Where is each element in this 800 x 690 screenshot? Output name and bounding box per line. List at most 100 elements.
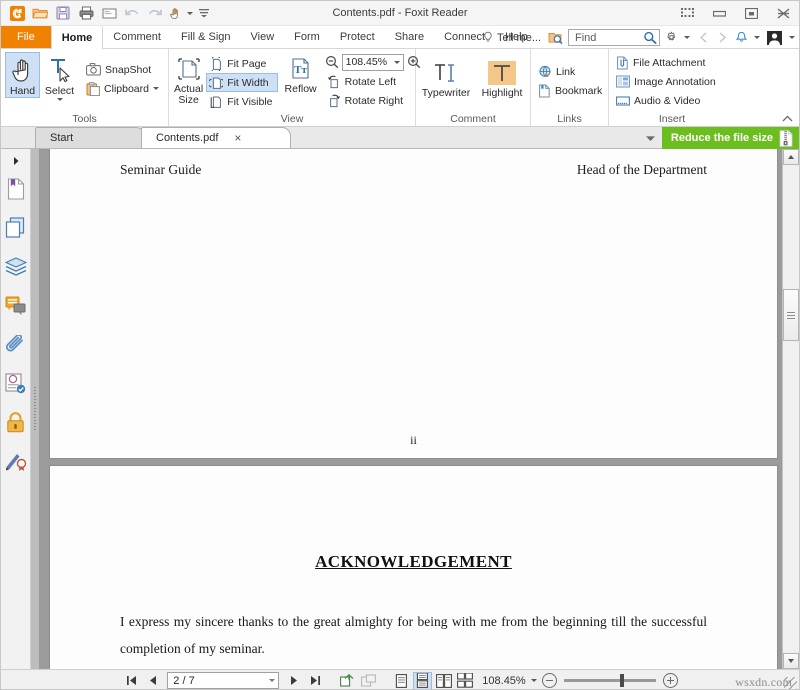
chevron-down-icon[interactable] — [394, 61, 400, 64]
sidebar-item-attachments[interactable] — [2, 325, 30, 364]
menu-tab-protect[interactable]: Protect — [330, 26, 385, 48]
document-view[interactable]: Seminar Guide Head of the Department ii … — [39, 149, 799, 669]
bookmark-button[interactable]: Bookmark — [535, 81, 607, 100]
hand-pointer-icon[interactable] — [167, 3, 183, 23]
rotate-right-button[interactable]: Rotate Right — [324, 91, 422, 110]
close-icon[interactable]: × — [234, 131, 241, 145]
sidebar-item-layers[interactable] — [2, 247, 30, 286]
chevron-down-icon[interactable] — [153, 87, 159, 90]
open-folder-icon[interactable] — [29, 3, 51, 23]
search-text-icon[interactable] — [547, 28, 563, 47]
scrollbar-thumb[interactable] — [783, 289, 799, 341]
sidebar-item-bookmarks[interactable] — [2, 169, 30, 208]
back-arrow-icon[interactable] — [695, 28, 711, 47]
continuous-scrolling-button[interactable] — [413, 672, 432, 690]
panel-splitter[interactable] — [31, 149, 39, 669]
search-input[interactable] — [573, 31, 643, 45]
clipboard-button[interactable]: Clipboard — [83, 79, 164, 98]
sidebar-item-comments[interactable] — [2, 286, 30, 325]
scroll-down-button[interactable] — [783, 653, 799, 669]
zoom-slider-thumb[interactable] — [620, 674, 624, 687]
save-floppy-icon[interactable] — [52, 3, 74, 23]
select-tool-label: Select — [45, 86, 74, 97]
single-page-view-button[interactable] — [392, 672, 411, 690]
document-vertical-scrollbar[interactable] — [782, 149, 799, 669]
more-commands-icon[interactable] — [197, 3, 211, 23]
scroll-up-button[interactable] — [783, 149, 799, 165]
typewriter-label: Typewriter — [422, 88, 470, 99]
sidebar-item-page-thumbnails[interactable] — [2, 208, 30, 247]
audio-video-button[interactable]: Audio & Video — [613, 91, 721, 110]
expand-panel-arrow-icon[interactable] — [1, 153, 31, 169]
settings-caret-icon[interactable] — [682, 28, 692, 47]
snapshot-button[interactable]: SnapShot — [83, 60, 164, 79]
select-tool-button[interactable]: Select — [42, 52, 77, 102]
image-annotation-button[interactable]: Image Annotation — [613, 72, 721, 91]
reduce-file-size-button[interactable]: Reduce the file size — [662, 127, 799, 149]
file-attachment-button[interactable]: File Attachment — [613, 53, 721, 72]
sidebar-item-signatures[interactable] — [2, 442, 30, 481]
page-number-field[interactable]: 2 / 7 — [167, 672, 279, 689]
sidebar-item-security[interactable] — [2, 403, 30, 442]
last-page-button[interactable] — [305, 672, 324, 690]
redo-arrow-icon[interactable] — [144, 3, 166, 23]
continuous-facing-button[interactable] — [455, 672, 474, 690]
zoom-level-field[interactable]: 108.45% — [342, 54, 404, 71]
menu-tab-fill-sign[interactable]: Fill & Sign — [171, 26, 241, 48]
chevron-up-icon[interactable] — [780, 111, 794, 125]
menu-tab-file[interactable]: File — [1, 26, 51, 48]
doc-tab-start[interactable]: Start — [35, 127, 145, 148]
actual-size-button[interactable]: Actual Size — [173, 52, 204, 107]
fit-width-button[interactable]: Fit Width — [206, 73, 277, 92]
menu-tab-comment[interactable]: Comment — [103, 26, 171, 48]
rotate-left-button[interactable]: Rotate Left — [324, 72, 422, 91]
chevron-down-icon[interactable] — [57, 98, 63, 101]
menu-tab-home[interactable]: Home — [51, 26, 104, 49]
facing-pages-button[interactable] — [434, 672, 453, 690]
gear-icon[interactable] — [663, 28, 679, 47]
link-globe-icon — [538, 65, 552, 79]
grid-dots-icon[interactable] — [671, 1, 703, 26]
email-icon[interactable] — [98, 3, 120, 23]
avatar-caret-icon[interactable] — [786, 28, 797, 47]
undo-arrow-icon[interactable] — [121, 3, 143, 23]
fit-page-button[interactable]: Fit Page — [206, 54, 277, 73]
overflow-icon[interactable] — [184, 3, 196, 23]
next-page-button[interactable] — [284, 672, 303, 690]
next-view-button[interactable] — [359, 672, 378, 690]
link-button[interactable]: Link — [535, 62, 607, 81]
doc-tab-contents[interactable]: Contents.pdf × — [141, 127, 291, 148]
hand-tool-button[interactable]: Hand — [5, 52, 40, 98]
find-input-wrapper[interactable] — [568, 29, 660, 46]
menu-tab-form[interactable]: Form — [284, 26, 330, 48]
status-zoom-in-button[interactable] — [663, 673, 678, 688]
chevron-down-icon[interactable] — [269, 679, 275, 682]
search-icon[interactable] — [643, 31, 657, 44]
reflow-button[interactable]: Tт Reflow — [284, 52, 318, 96]
typewriter-button[interactable]: Typewriter — [420, 56, 472, 100]
fit-visible-button[interactable]: Fit Visible — [206, 92, 277, 111]
restore-icon[interactable] — [735, 1, 767, 26]
foxit-logo-icon[interactable]: G — [6, 3, 28, 23]
menu-tab-share[interactable]: Share — [385, 26, 434, 48]
bell-caret-icon[interactable] — [752, 28, 762, 47]
first-page-button[interactable] — [122, 672, 141, 690]
chevron-down-icon[interactable] — [640, 127, 662, 149]
forward-arrow-icon[interactable] — [714, 28, 730, 47]
menu-tab-view[interactable]: View — [241, 26, 285, 48]
notification-bell-icon[interactable] — [733, 28, 749, 47]
printer-icon[interactable] — [75, 3, 97, 23]
status-zoom-out-button[interactable] — [542, 673, 557, 688]
zoom-out-icon[interactable] — [324, 53, 340, 72]
window-resize-grip[interactable] — [784, 677, 797, 690]
status-zoom-caret-icon[interactable] — [528, 671, 540, 690]
minimize-icon[interactable] — [703, 1, 735, 26]
highlight-button[interactable]: Highlight — [478, 56, 526, 100]
tell-me-button[interactable]: Tell me... — [480, 31, 544, 44]
previous-view-button[interactable] — [338, 672, 357, 690]
previous-page-button[interactable] — [143, 672, 162, 690]
close-icon[interactable] — [767, 1, 799, 26]
sidebar-item-stamps[interactable] — [2, 364, 30, 403]
avatar[interactable] — [765, 28, 783, 47]
zoom-slider[interactable] — [564, 679, 656, 682]
